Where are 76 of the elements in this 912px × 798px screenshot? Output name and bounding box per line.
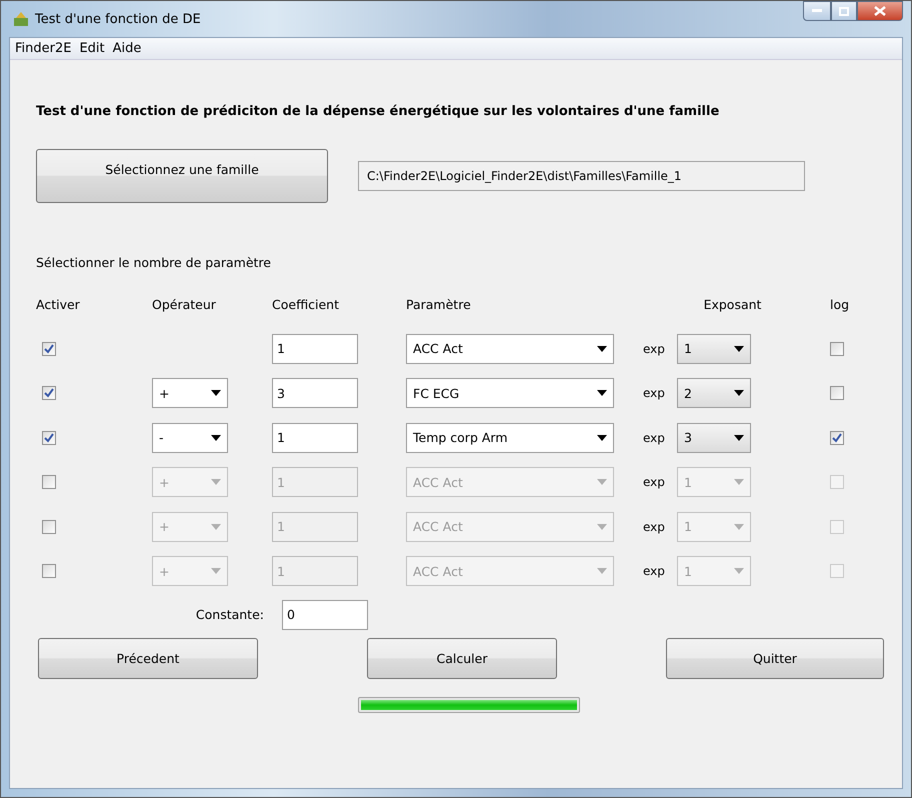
checkmark-icon [44, 344, 54, 354]
dropdown-arrow-icon [211, 434, 221, 441]
exp-label: exp [643, 475, 666, 490]
dropdown-arrow-icon [597, 524, 607, 530]
log-checkbox[interactable] [830, 430, 844, 445]
window-title: Test d'une fonction de DE [35, 12, 201, 26]
action-button[interactable]: Précedent [38, 638, 258, 678]
activate-checkbox[interactable] [42, 520, 56, 534]
select-family-button[interactable]: Sélectionnez une famille [36, 149, 328, 203]
dropdown-arrow-icon [597, 390, 607, 396]
dropdown-arrow-icon [597, 434, 607, 441]
activate-checkbox[interactable] [42, 386, 56, 400]
exp-label: exp [643, 430, 666, 445]
exponent-dropdown[interactable]: 1 [677, 334, 751, 364]
dropdown-arrow-icon [734, 434, 744, 441]
minimize-icon [812, 9, 822, 13]
dropdown-arrow-icon [597, 479, 607, 486]
dropdown-arrow-icon [597, 346, 607, 352]
close-button[interactable] [857, 1, 903, 21]
menu-item[interactable]: Finder2E [12, 40, 74, 57]
dropdown-arrow-icon [211, 390, 221, 396]
menu-item[interactable]: Edit [76, 40, 108, 57]
dropdown-arrow-icon [734, 390, 744, 396]
constant-field[interactable]: 0 [282, 600, 368, 630]
checkmark-icon [44, 432, 54, 443]
exp-label: exp [643, 564, 666, 578]
activate-checkbox[interactable] [42, 430, 56, 445]
dropdown-arrow-icon [734, 524, 744, 530]
action-button[interactable]: Quitter [666, 638, 884, 678]
activate-checkbox[interactable] [42, 342, 56, 356]
coefficient-field[interactable]: 1 [272, 334, 358, 364]
checkmark-icon [44, 388, 54, 398]
form-heading: Test d'une fonction de prédiciton de la dépense énergétique sur les volontaires d'une famille [36, 104, 720, 119]
dropdown-arrow-icon [211, 568, 221, 574]
menu-item[interactable]: Aide [110, 40, 144, 57]
checkmark-icon [832, 432, 842, 443]
log-checkbox[interactable] [830, 475, 844, 490]
operator-dropdown[interactable]: - [152, 422, 228, 453]
column-header: Opérateur [152, 296, 216, 312]
coefficient-field[interactable]: 3 [272, 378, 358, 408]
action-button[interactable]: Calculer [367, 638, 557, 678]
operator-dropdown[interactable]: + [152, 378, 228, 408]
exp-label: exp [643, 342, 666, 356]
dropdown-arrow-icon [734, 568, 744, 574]
exponent-dropdown[interactable]: 3 [677, 422, 751, 453]
dropdown-arrow-icon [734, 346, 744, 352]
column-header: Coefficient [272, 296, 340, 312]
dropdown-arrow-icon [597, 568, 607, 574]
column-header: log [829, 296, 850, 312]
parameter-dropdown[interactable]: FC ECG [406, 378, 614, 408]
exponent-dropdown[interactable]: 2 [677, 378, 751, 408]
close-icon [874, 6, 886, 16]
column-header: Activer [36, 296, 80, 312]
maximize-icon [839, 6, 849, 16]
dropdown-arrow-icon [211, 524, 221, 530]
log-checkbox[interactable] [830, 564, 844, 578]
parameter-dropdown[interactable]: Temp corp Arm [406, 422, 614, 453]
dropdown-arrow-icon [211, 479, 221, 486]
exp-label: exp [643, 520, 666, 534]
log-checkbox[interactable] [830, 386, 844, 400]
log-checkbox[interactable] [830, 520, 844, 534]
coefficient-field[interactable]: 1 [272, 422, 358, 453]
activate-checkbox[interactable] [42, 475, 56, 490]
column-header: Exposant [704, 296, 762, 312]
minimize-button[interactable] [803, 1, 831, 21]
activate-checkbox[interactable] [42, 564, 56, 578]
parameter-dropdown[interactable]: ACC Act [406, 334, 614, 364]
parameter-count-label: Sélectionner le nombre de paramètre [36, 255, 272, 270]
column-header: Paramètre [406, 296, 471, 312]
app-icon [13, 11, 29, 27]
constant-label: Constante: [194, 607, 265, 622]
log-checkbox[interactable] [830, 342, 844, 356]
dropdown-arrow-icon [734, 479, 744, 486]
path-field: C:\Finder2E\Logiciel_Finder2E\dist\Familles\Famille_1 [358, 161, 805, 191]
maximize-button[interactable] [831, 1, 857, 21]
exp-label: exp [643, 386, 666, 400]
